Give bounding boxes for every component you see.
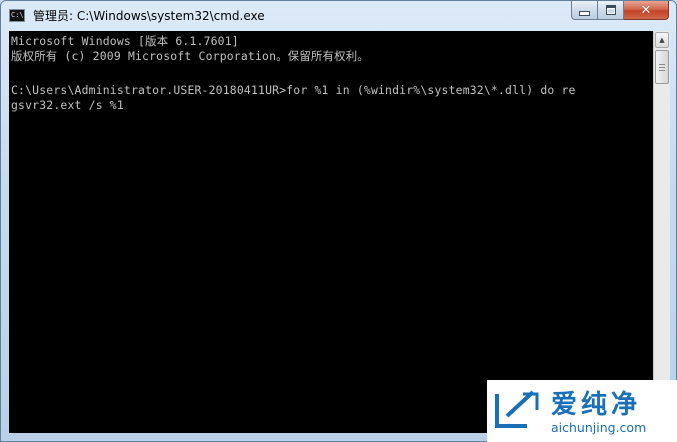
scroll-thumb[interactable] — [655, 50, 669, 84]
window-title: 管理员: C:\Windows\system32\cmd.exe — [33, 9, 265, 23]
close-icon: ✕ — [640, 2, 652, 18]
console-output[interactable]: Microsoft Windows [版本 6.1.7601] 版权所有 (c)… — [9, 31, 653, 433]
watermark: 爱纯净 aichunjing.com — [487, 380, 677, 442]
grip-line — [659, 70, 665, 71]
console-line: 版权所有 (c) 2009 Microsoft Corporation。保留所有… — [11, 49, 369, 63]
cmd-window: C:\ 管理员: C:\Windows\system32\cmd.exe ✕ M… — [0, 0, 677, 442]
watermark-brand: 爱纯净 — [551, 390, 642, 420]
console-line: Microsoft Windows [版本 6.1.7601] — [11, 34, 239, 48]
maximize-icon — [605, 5, 616, 15]
chevron-up-icon: ▲ — [659, 36, 665, 44]
title-bar[interactable]: C:\ 管理员: C:\Windows\system32\cmd.exe ✕ — [1, 1, 676, 31]
scroll-up-button[interactable]: ▲ — [655, 32, 669, 48]
brand-logo-icon — [495, 390, 539, 428]
grip-line — [659, 67, 665, 68]
minimize-icon — [579, 11, 590, 16]
maximize-button[interactable] — [598, 1, 624, 20]
minimize-button[interactable] — [571, 1, 598, 20]
window-controls: ✕ — [571, 1, 669, 21]
cmd-icon[interactable]: C:\ — [9, 9, 25, 22]
grip-line — [659, 64, 665, 65]
console-line: C:\Users\Administrator.USER-20180411UR>f… — [11, 83, 576, 97]
console-line: gsvr32.ext /s %1 — [11, 98, 124, 112]
watermark-url: aichunjing.com — [551, 420, 647, 435]
vertical-scrollbar[interactable]: ▲ — [653, 31, 670, 433]
close-button[interactable]: ✕ — [624, 1, 669, 20]
